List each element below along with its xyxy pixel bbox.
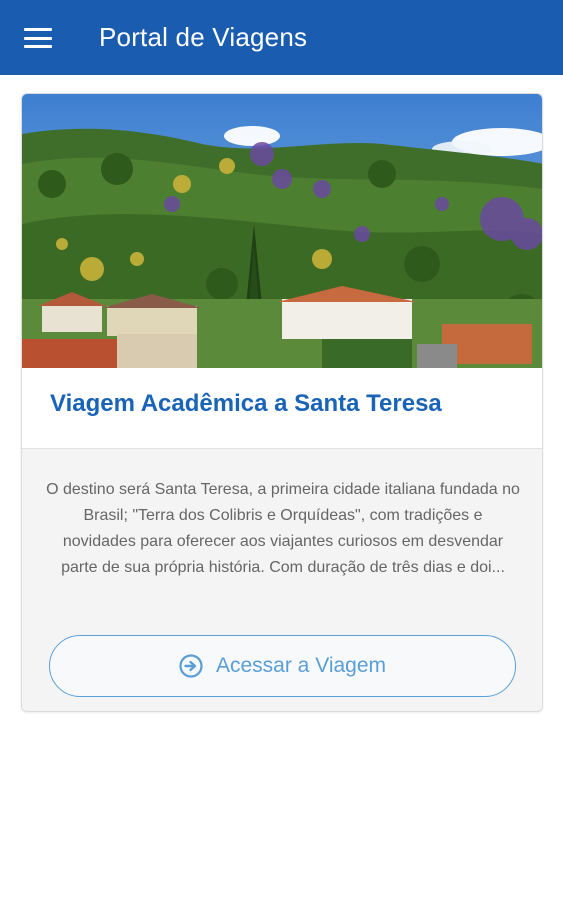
- page-title: Portal de Viagens: [99, 22, 308, 52]
- hamburger-menu-icon[interactable]: [22, 24, 54, 52]
- arrow-circle-right-icon: [179, 654, 203, 678]
- app-bar: Portal de Viagens: [0, 0, 563, 75]
- card-header: Viagem Acadêmica a Santa Teresa: [22, 368, 542, 449]
- access-trip-label: Acessar a Viagem: [215, 654, 387, 677]
- trip-description: O destino será Santa Teresa, a primeira …: [46, 481, 520, 576]
- trip-image: [22, 94, 542, 368]
- access-trip-button[interactable]: Acessar a Viagem: [49, 635, 516, 697]
- trip-card: Viagem Acadêmica a Santa Teresa O destin…: [21, 93, 543, 712]
- trip-title: Viagem Acadêmica a Santa Teresa: [50, 390, 442, 417]
